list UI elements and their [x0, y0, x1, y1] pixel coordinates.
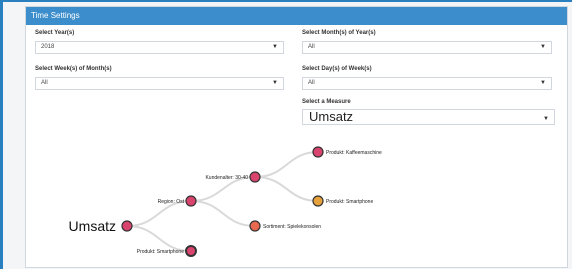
- tree-nodes: [121, 146, 324, 257]
- kunde-label: Kundenalter: 30-40: [205, 175, 248, 181]
- link-kunde-kaffee: [254, 151, 319, 178]
- app-frame: Time Settings Select Year(s) 2018 ▼ Sele…: [0, 0, 572, 269]
- kunde-node[interactable]: [249, 171, 261, 183]
- region-node[interactable]: [185, 195, 197, 207]
- decision-tree: Umsatz Region: Ost Kundenalter: 30-40 Pr…: [69, 146, 382, 257]
- smartphone-node-1[interactable]: [312, 195, 324, 207]
- region-label: Region: Ost: [158, 199, 185, 205]
- sortiment-label: Sortiment: Spielekonsolen: [263, 224, 321, 230]
- sortiment-node[interactable]: [249, 220, 261, 232]
- link-kunde-smartphone: [254, 176, 319, 202]
- root-node[interactable]: [121, 220, 133, 232]
- smartphone-node-2[interactable]: [185, 245, 197, 257]
- root-label: Umsatz: [69, 218, 116, 234]
- link-root-smartphone: [126, 225, 192, 252]
- kaffee-node[interactable]: [312, 146, 324, 158]
- link-region-sortiment: [190, 200, 256, 227]
- smartphone-label-1: Produkt: Smartphone: [326, 199, 373, 205]
- smartphone-label-2: Produkt: Smartphone: [137, 249, 184, 255]
- tree-links: [126, 151, 319, 252]
- kaffee-label: Produkt: Kaffeemaschine: [326, 150, 382, 156]
- tree-labels: Umsatz Region: Ost Kundenalter: 30-40 Pr…: [69, 150, 382, 255]
